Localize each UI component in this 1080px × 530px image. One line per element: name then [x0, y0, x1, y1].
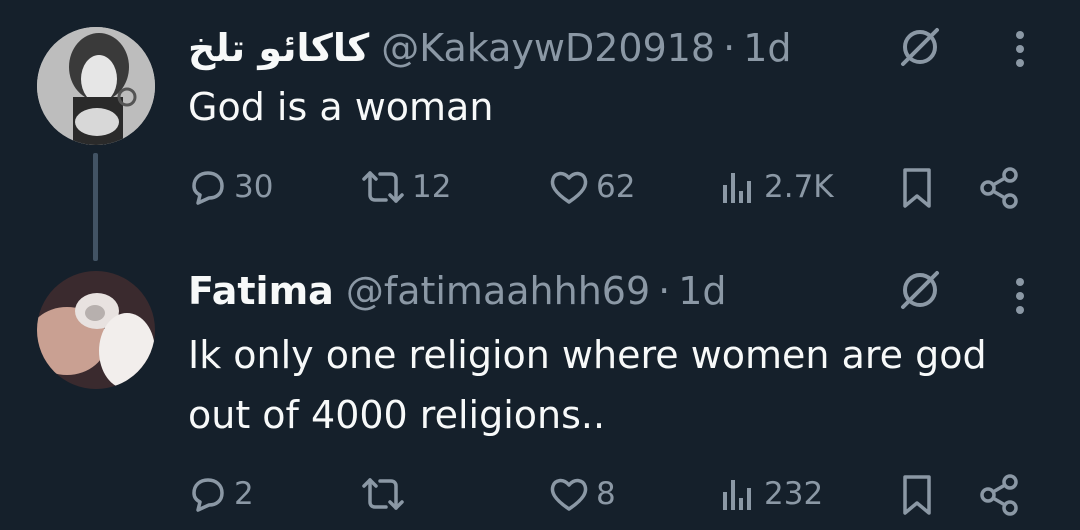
like-button[interactable]: 62 — [548, 162, 635, 212]
tweet-header: Fatima @fatimaahhh69 · 1d — [188, 263, 727, 319]
grok-icon[interactable] — [897, 267, 943, 317]
repost-count: 12 — [412, 169, 452, 205]
view-count: 232 — [764, 476, 824, 512]
avatar[interactable] — [37, 271, 155, 389]
reply-button[interactable]: 2 — [188, 469, 254, 519]
more-options-icon[interactable] — [1012, 29, 1028, 73]
view-count: 2.7K — [764, 169, 834, 205]
tweet-text-line-1: Ik only one religion where women are god — [188, 333, 987, 377]
display-name[interactable]: Fatima — [188, 269, 334, 313]
bookmark-icon[interactable] — [897, 473, 937, 521]
handle[interactable]: @fatimaahhh69 — [346, 269, 650, 313]
more-options-icon[interactable] — [1012, 276, 1028, 320]
separator-dot: · — [658, 269, 671, 313]
views-button[interactable]: 232 — [718, 469, 823, 519]
reply-count: 30 — [234, 169, 274, 205]
like-button[interactable]: 8 — [548, 469, 616, 519]
timestamp[interactable]: 1d — [678, 269, 726, 313]
timestamp[interactable]: 1d — [743, 26, 791, 70]
share-icon[interactable] — [978, 166, 1022, 214]
repost-button[interactable] — [360, 469, 412, 519]
tweet-2[interactable]: Fatima @fatimaahhh69 · 1d Ik only one re… — [0, 260, 1080, 530]
repost-icon — [362, 171, 404, 203]
bookmark-icon[interactable] — [897, 166, 937, 214]
reply-icon — [192, 478, 224, 512]
heart-icon — [550, 478, 588, 511]
separator-dot: · — [723, 26, 736, 70]
avatar[interactable] — [37, 27, 155, 145]
handle[interactable]: @KakaywD20918 — [381, 26, 715, 70]
repost-icon — [362, 478, 404, 510]
repost-button[interactable]: 12 — [360, 162, 451, 212]
reply-icon — [192, 171, 224, 205]
views-icon — [723, 173, 751, 203]
like-count: 8 — [596, 476, 616, 512]
like-count: 62 — [596, 169, 636, 205]
display-name[interactable]: کاکائو تلخ — [188, 26, 369, 70]
views-button[interactable]: 2.7K — [718, 162, 834, 212]
share-icon[interactable] — [978, 473, 1022, 521]
tweet-text: God is a woman — [188, 85, 494, 129]
grok-icon[interactable] — [897, 24, 943, 74]
thread-line — [93, 153, 98, 261]
tweet-text-line-2: out of 4000 religions.. — [188, 393, 606, 437]
reply-button[interactable]: 30 — [188, 162, 273, 212]
tweet-header: کاکائو تلخ @KakaywD20918 · 1d — [188, 20, 792, 76]
heart-icon — [550, 171, 588, 204]
views-icon — [723, 480, 751, 510]
reply-count: 2 — [234, 476, 254, 512]
tweet-1[interactable]: کاکائو تلخ @KakaywD20918 · 1d God is a w… — [0, 0, 1080, 261]
